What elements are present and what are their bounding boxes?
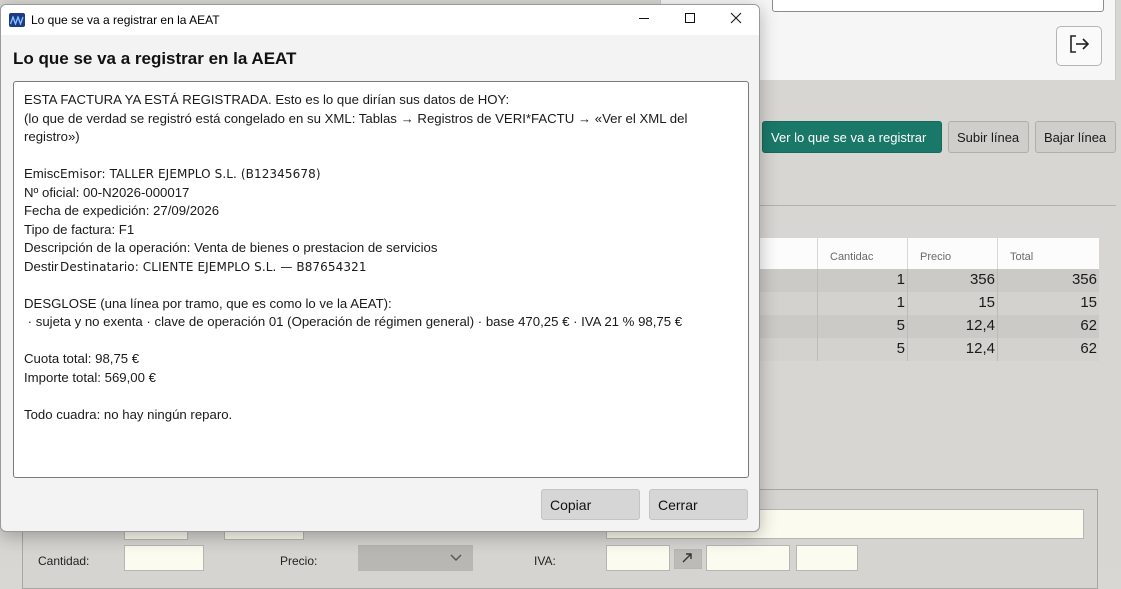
maximize-icon	[684, 12, 696, 28]
expand-button[interactable]	[674, 549, 702, 569]
column-header-precio: Precio	[907, 238, 997, 269]
minimize-button[interactable]	[621, 5, 667, 35]
table-cell: 62	[997, 315, 1099, 338]
copiar-button[interactable]: Copiar	[541, 489, 640, 520]
report-line: (lo que de verdad se registró está conge…	[24, 110, 688, 145]
truncated-label: Emisc	[24, 166, 60, 181]
report-blank	[24, 387, 738, 406]
arrow-up-right-icon	[681, 552, 693, 568]
report-line: Cuota total: 98,75 €	[24, 351, 140, 366]
table-cell: 12,4	[907, 315, 997, 338]
table-cell	[760, 292, 817, 315]
divider	[760, 205, 1116, 206]
truncated-label: Destir	[24, 258, 59, 274]
report-line: DESGLOSE (una línea por tramo, que es co…	[24, 295, 392, 311]
lines-table[interactable]: Cantidac Precio Total 1 356 356 1 15 15 …	[760, 238, 1099, 361]
column-header-blank	[760, 238, 817, 269]
report-line: Nº oficial: 00-N2026-000017	[24, 184, 190, 200]
table-cell	[760, 315, 817, 338]
window-title: Lo que se va a registrar en la AEAT	[31, 13, 220, 27]
table-cell: 5	[817, 315, 907, 338]
table-row[interactable]: 5 12,4 62	[760, 315, 1099, 338]
table-cell: 356	[907, 269, 997, 292]
precio-label: Precio:	[280, 554, 318, 568]
table-cell	[760, 338, 817, 361]
table-cell: 12,4	[907, 338, 997, 361]
report-blank	[24, 276, 738, 295]
cantidad-input[interactable]	[124, 545, 204, 571]
iva-label: IVA:	[534, 554, 556, 568]
report-line: Fecha de expedición: 27/09/2026	[24, 203, 220, 218]
ver-registro-button[interactable]: Ver lo que se va a registrar	[762, 121, 942, 153]
table-header: Cantidac Precio Total	[760, 238, 1099, 269]
logout-icon	[1068, 34, 1090, 58]
report-blank	[24, 147, 738, 166]
report-line: ESTA FACTURA YA ESTÁ REGISTRADA. Esto es…	[24, 92, 510, 107]
cerrar-button[interactable]: Cerrar	[649, 489, 748, 520]
column-header-total: Total	[997, 238, 1099, 269]
table-cell: 1	[817, 269, 907, 292]
dialog-heading: Lo que se va a registrar en la AEAT	[13, 49, 297, 68]
close-icon	[730, 12, 742, 28]
report-line: Importe total: 569,00 €	[24, 369, 156, 385]
app-icon	[9, 13, 25, 27]
top-text-field[interactable]	[772, 0, 1104, 12]
window-controls	[621, 5, 759, 35]
report-line-destinatario: Destir Destinatario: CLIENTE EJEMPLO S.L…	[24, 257, 738, 276]
logout-button[interactable]	[1056, 26, 1102, 66]
iva-input[interactable]	[606, 545, 670, 571]
close-button[interactable]	[713, 5, 759, 35]
table-cell: 5	[817, 338, 907, 361]
report-line: · sujeta y no exenta · clave de operació…	[24, 314, 683, 329]
subir-linea-button[interactable]: Subir línea	[948, 121, 1029, 153]
registro-aeat-dialog: Lo que se va a registrar en la AEAT Lo q…	[0, 4, 760, 532]
emisor-value: Emisor: TALLER EJEMPLO S.L. (B12345678)	[60, 165, 321, 184]
maximize-button[interactable]	[667, 5, 713, 35]
table-cell: 1	[817, 292, 907, 315]
table-row[interactable]: 5 12,4 62	[760, 338, 1099, 361]
table-cell: 356	[997, 269, 1099, 292]
report-text-area[interactable]: ESTA FACTURA YA ESTÁ REGISTRADA. Esto es…	[13, 81, 749, 478]
table-cell: 15	[907, 292, 997, 315]
table-cell	[760, 269, 817, 292]
report-line: Todo cuadra: no hay ningún reparo.	[24, 406, 233, 422]
report-blank	[24, 332, 738, 351]
table-cell: 15	[997, 292, 1099, 315]
minimize-icon	[638, 12, 650, 28]
destinatario-value: Destinatario: CLIENTE EJEMPLO S.L. — B87…	[60, 257, 367, 276]
precio-dropdown[interactable]	[358, 545, 473, 571]
column-header-cantidad: Cantidac	[817, 238, 907, 269]
report-line: Tipo de factura: F1	[24, 221, 135, 237]
field-input[interactable]	[796, 545, 858, 571]
table-row[interactable]: 1 15 15	[760, 292, 1099, 315]
report-line-emisor: Emisc Emisor: TALLER EJEMPLO S.L. (B1234…	[24, 165, 738, 184]
field-input[interactable]	[706, 545, 790, 571]
bajar-linea-button[interactable]: Bajar línea	[1035, 121, 1116, 153]
cantidad-label: Cantidad:	[38, 554, 90, 568]
table-cell: 62	[997, 338, 1099, 361]
table-row[interactable]: 1 356 356	[760, 269, 1099, 292]
chevron-down-icon	[450, 551, 462, 566]
report-line: Descripción de la operación: Venta de bi…	[24, 240, 438, 255]
title-bar[interactable]: Lo que se va a registrar en la AEAT	[1, 5, 759, 35]
